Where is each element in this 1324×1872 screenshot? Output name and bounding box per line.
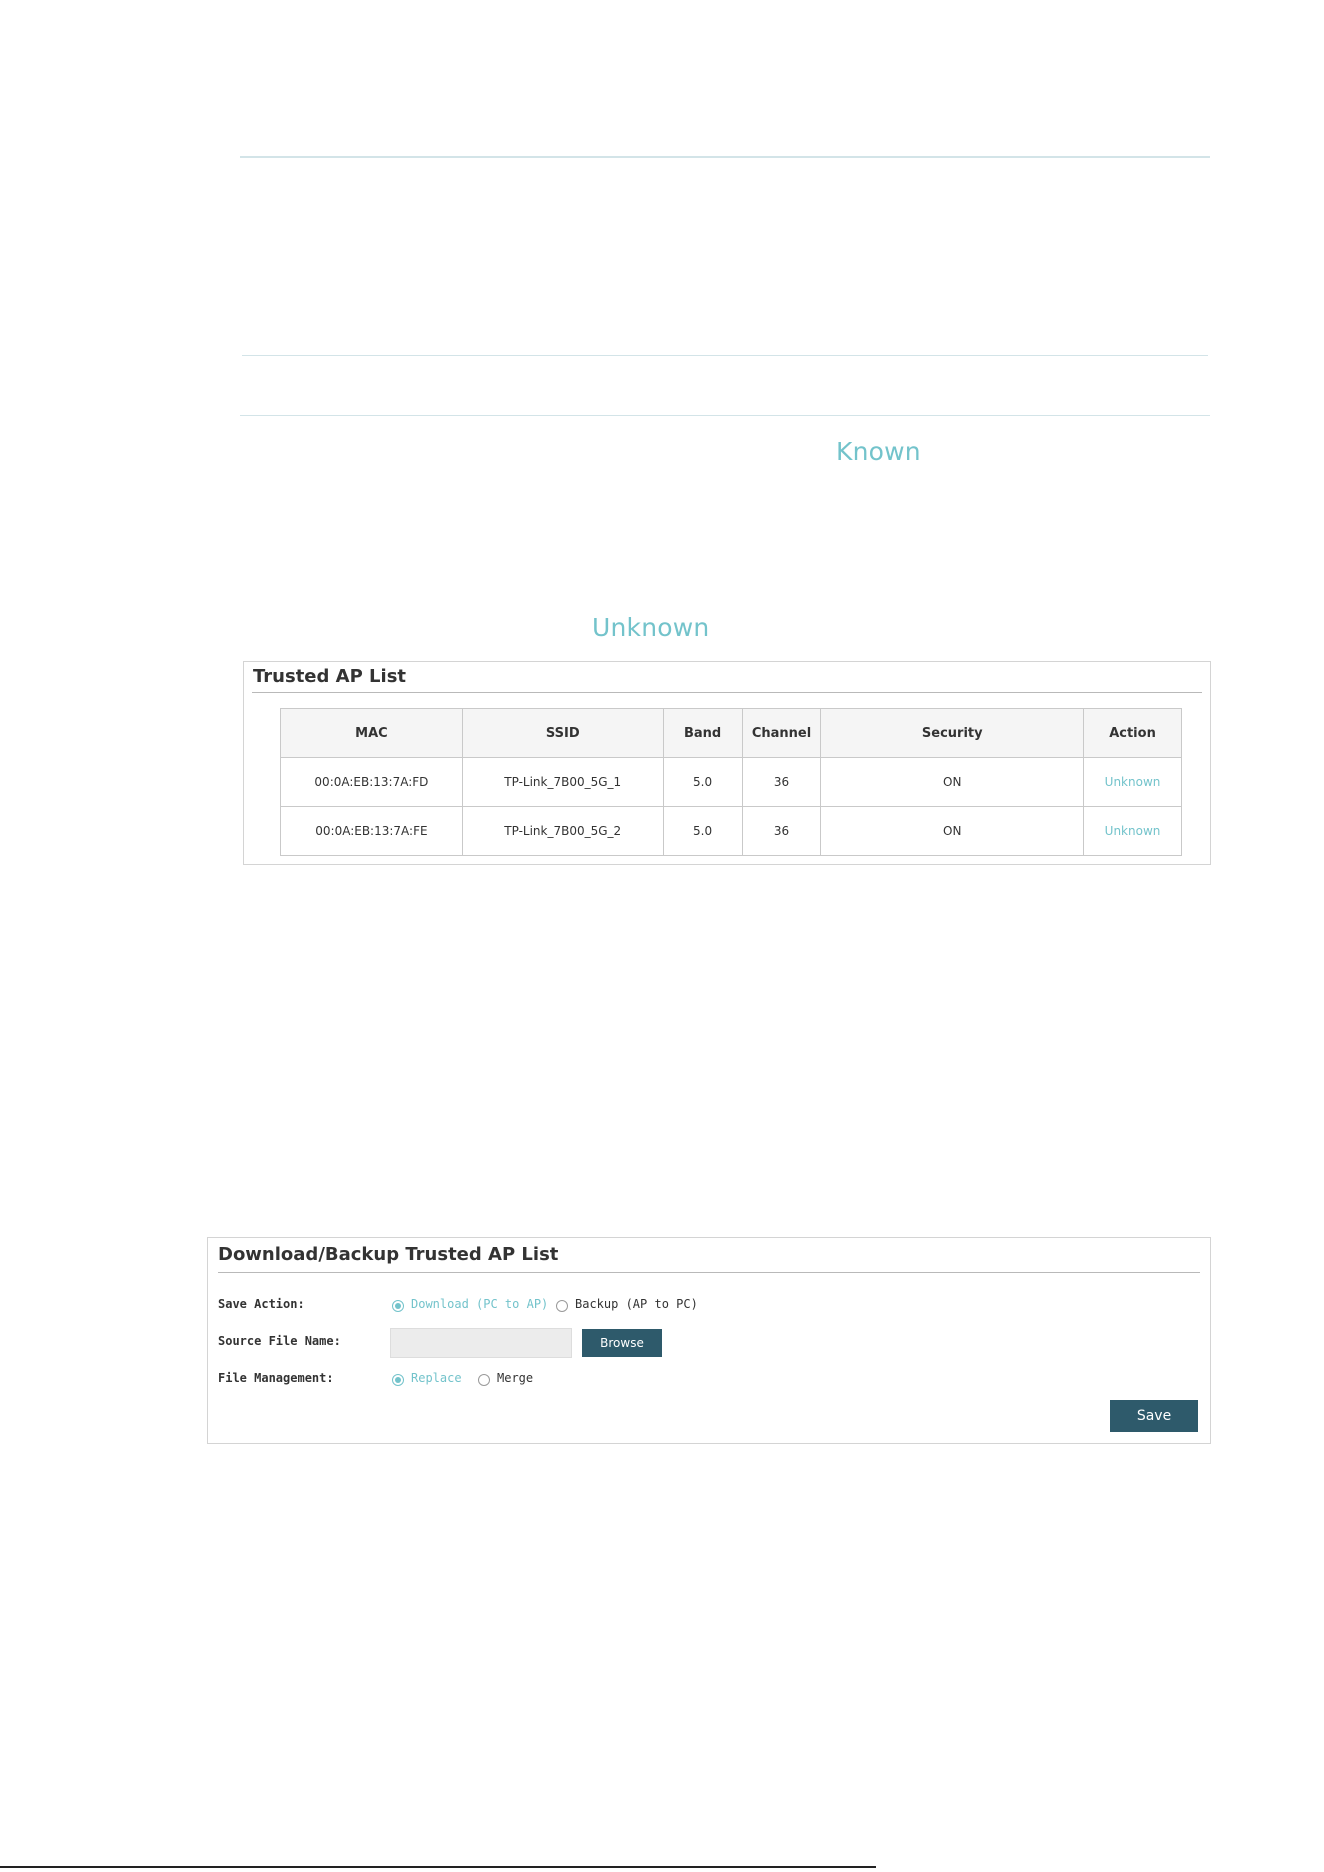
footer-rule [0,1866,876,1868]
cell-band: 5.0 [662,757,743,807]
cell-security: ON [820,806,1085,856]
browse-button[interactable]: Browse [582,1329,662,1357]
cell-mac: 00:0A:EB:13:7A:FD [280,757,463,807]
divider-middle [242,355,1208,356]
download-backup-panel: Download/Backup Trusted AP List Save Act… [207,1237,1211,1444]
divider-top [240,156,1210,158]
column-header-action: Action [1083,708,1182,758]
panel-title-rule [218,1272,1200,1273]
cell-channel: 36 [741,806,822,856]
cell-ssid: TP-Link_7B00_5G_2 [461,806,664,856]
save-button[interactable]: Save [1110,1400,1198,1432]
table-row: 00:0A:EB:13:7A:FD TP-Link_7B00_5G_1 5.0 … [280,757,1182,807]
table-row: 00:0A:EB:13:7A:FE TP-Link_7B00_5G_2 5.0 … [280,806,1182,856]
unknown-action-link[interactable]: Unknown [1083,806,1182,856]
panel-title: Download/Backup Trusted AP List [218,1244,559,1265]
merge-radio-label[interactable]: Merge [497,1371,533,1385]
download-radio[interactable] [392,1300,404,1312]
column-header-mac: MAC [280,708,463,758]
column-header-channel: Channel [741,708,822,758]
cell-mac: 00:0A:EB:13:7A:FE [280,806,463,856]
backup-radio-label[interactable]: Backup (AP to PC) [575,1297,698,1311]
merge-radio[interactable] [478,1374,490,1386]
cell-band: 5.0 [662,806,743,856]
cell-channel: 36 [741,757,822,807]
cell-ssid: TP-Link_7B00_5G_1 [461,757,664,807]
cell-security: ON [820,757,1085,807]
known-link[interactable]: Known [836,437,921,466]
source-file-name-input[interactable] [390,1328,572,1358]
column-header-security: Security [820,708,1085,758]
save-action-label: Save Action: [218,1297,305,1311]
trusted-ap-table: MAC SSID Band Channel Security Action 00… [280,708,1182,856]
file-management-label: File Management: [218,1371,334,1385]
divider-lower [240,415,1210,416]
panel-title: Trusted AP List [253,666,407,687]
column-header-band: Band [662,708,743,758]
unknown-link[interactable]: Unknown [592,613,709,642]
panel-title-rule [252,692,1202,693]
backup-radio[interactable] [556,1300,568,1312]
trusted-ap-list-panel: Trusted AP List MAC SSID Band Channel Se… [243,661,1211,865]
replace-radio-label[interactable]: Replace [411,1371,462,1385]
source-file-name-label: Source File Name: [218,1334,341,1348]
table-header-row: MAC SSID Band Channel Security Action [280,708,1182,758]
column-header-ssid: SSID [461,708,664,758]
replace-radio[interactable] [392,1374,404,1386]
unknown-action-link[interactable]: Unknown [1083,757,1182,807]
download-radio-label[interactable]: Download (PC to AP) [411,1297,548,1311]
